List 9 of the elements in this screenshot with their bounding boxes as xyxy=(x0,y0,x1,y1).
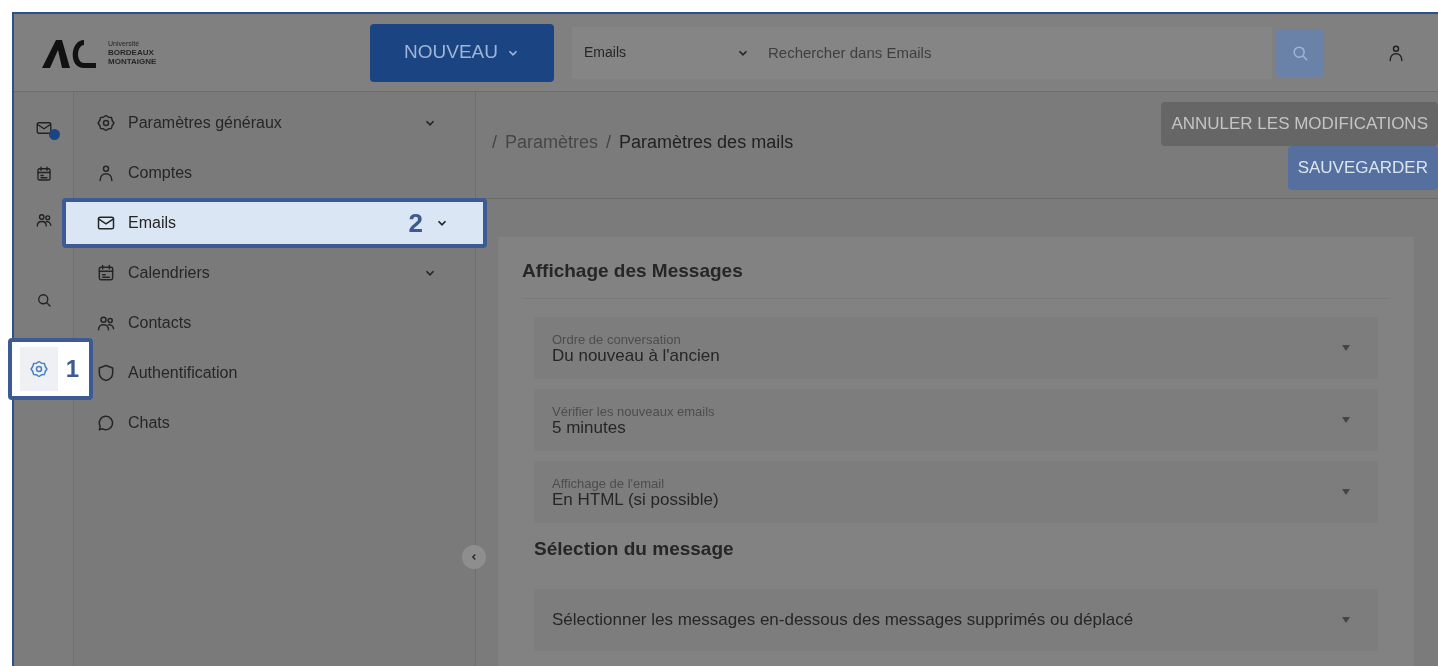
breadcrumb-item: Paramètres des mails xyxy=(619,130,794,154)
section-title: Sélection du message xyxy=(533,536,735,561)
step-number: 2 xyxy=(408,206,423,240)
section-title: Affichage des Messages xyxy=(522,257,1390,299)
logo-text: BORDEAUX xyxy=(108,48,155,57)
breadcrumb-separator: / xyxy=(606,130,612,154)
step-number: 1 xyxy=(65,354,80,384)
logo-text: MONTAIGNE xyxy=(108,57,157,66)
breadcrumb-separator: / xyxy=(492,130,497,154)
